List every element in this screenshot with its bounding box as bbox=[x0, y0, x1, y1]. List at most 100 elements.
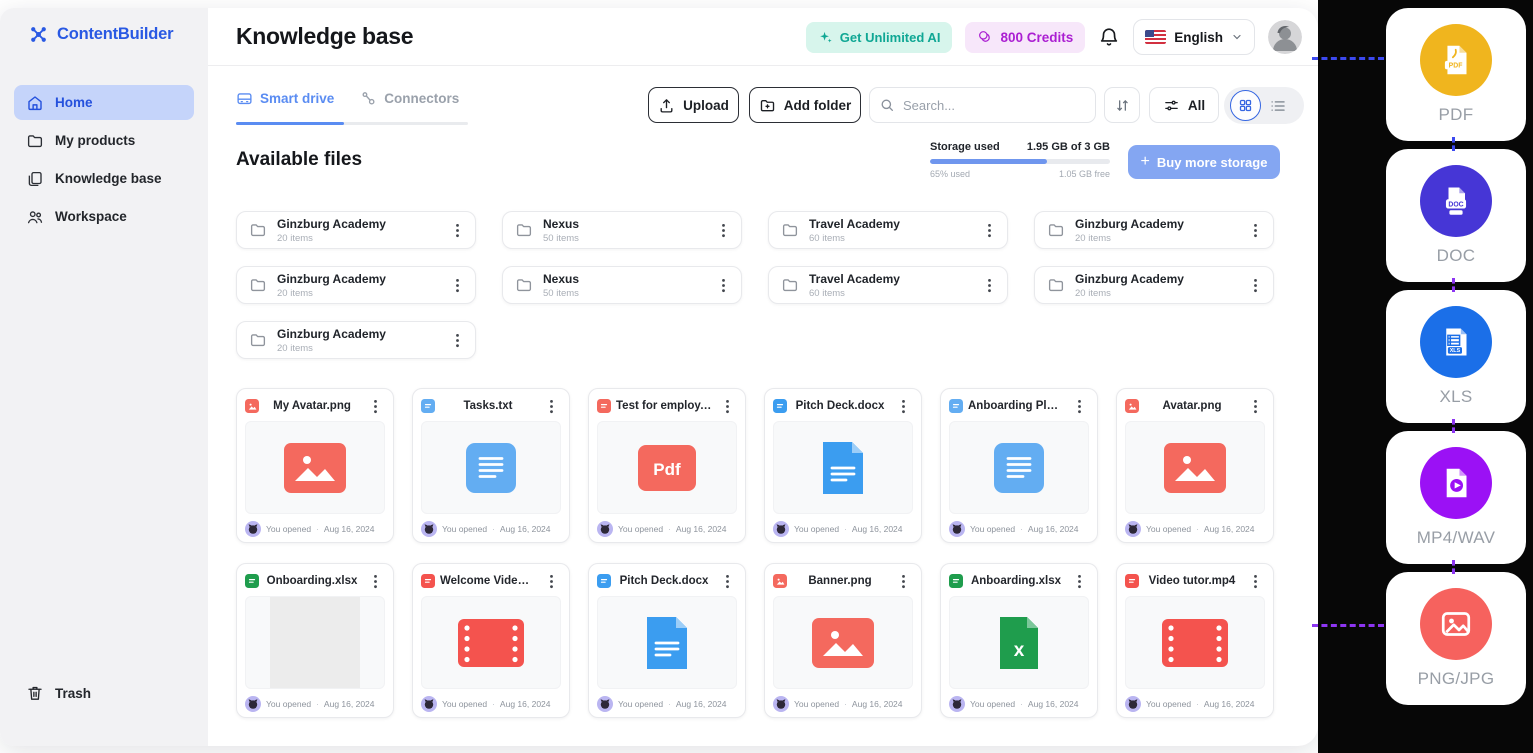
file-menu-button[interactable] bbox=[1069, 569, 1089, 593]
file-menu-button[interactable] bbox=[893, 394, 913, 418]
sidebar-item-knowledge-base[interactable]: Knowledge base bbox=[14, 161, 194, 196]
storage-progress-bar bbox=[930, 159, 1110, 164]
folder-card[interactable]: Nexus 50 items bbox=[502, 266, 742, 304]
filetype-card-xls[interactable]: XLS XLS bbox=[1386, 290, 1526, 423]
opened-label: You opened bbox=[1146, 524, 1192, 534]
file-menu-button[interactable] bbox=[1069, 394, 1089, 418]
image-preview-icon bbox=[1164, 442, 1226, 493]
upload-button[interactable]: Upload bbox=[648, 87, 739, 123]
storage-label: Storage used bbox=[930, 141, 1000, 153]
sidebar-item-trash[interactable]: Trash bbox=[26, 684, 91, 702]
file-card[interactable]: Test for employ....pdf Pdf You opened · Aug … bbox=[588, 388, 746, 543]
search-input[interactable] bbox=[869, 87, 1096, 123]
txt-file-icon bbox=[949, 399, 963, 413]
buy-more-storage-button[interactable]: + Buy more storage bbox=[1128, 145, 1280, 179]
filetype-card-doc[interactable]: DOC DOC bbox=[1386, 149, 1526, 282]
file-card[interactable]: My Avatar.png You opened · Aug 16, 2024 bbox=[236, 388, 394, 543]
file-name: My Avatar.png bbox=[273, 400, 351, 412]
file-menu-button[interactable] bbox=[541, 394, 561, 418]
user-avatar[interactable] bbox=[1268, 20, 1302, 54]
folder-menu-button[interactable] bbox=[1245, 273, 1265, 297]
tabs: Smart drive Connectors bbox=[236, 90, 459, 119]
file-card[interactable]: Avatar.png You opened · Aug 16, 2024 bbox=[1116, 388, 1274, 543]
opened-label: You opened bbox=[1146, 699, 1192, 709]
folder-menu-button[interactable] bbox=[447, 328, 467, 352]
file-card[interactable]: Tasks.txt You opened · Aug 16, 2024 bbox=[412, 388, 570, 543]
tab-smart-drive[interactable]: Smart drive bbox=[236, 90, 334, 119]
file-name: Pitch Deck.docx bbox=[795, 400, 885, 412]
opened-by-avatar bbox=[1125, 521, 1141, 537]
file-menu-button[interactable] bbox=[365, 394, 385, 418]
folder-card[interactable]: Travel Academy 60 items bbox=[768, 211, 1008, 249]
file-card[interactable]: Anboarding Plan.txt You opened · Aug 16, 20… bbox=[940, 388, 1098, 543]
folder-card[interactable]: Ginzburg Academy 20 items bbox=[236, 211, 476, 249]
folder-item-count: 20 items bbox=[1075, 232, 1111, 244]
file-menu-button[interactable] bbox=[893, 569, 913, 593]
file-menu-button[interactable] bbox=[365, 569, 385, 593]
folder-card[interactable]: Ginzburg Academy 20 items bbox=[1034, 266, 1274, 304]
tab-connectors[interactable]: Connectors bbox=[360, 90, 459, 119]
file-menu-button[interactable] bbox=[541, 569, 561, 593]
folder-icon bbox=[249, 331, 267, 349]
storage-percent-used: 65% used bbox=[930, 169, 971, 179]
filter-all-button[interactable]: All bbox=[1149, 87, 1219, 123]
folder-card[interactable]: Ginzburg Academy 20 items bbox=[236, 266, 476, 304]
folder-name: Ginzburg Academy bbox=[1075, 271, 1184, 286]
file-card[interactable]: Pitch Deck.docx You opened · Aug 16, 2024 bbox=[588, 563, 746, 718]
file-name: Test for employ....pdf bbox=[616, 400, 712, 412]
folder-menu-button[interactable] bbox=[979, 218, 999, 242]
trash-icon bbox=[26, 684, 44, 702]
file-card[interactable]: Video tutor.mp4 You opened · Aug 16, 2024 bbox=[1116, 563, 1274, 718]
folder-card[interactable]: Ginzburg Academy 20 items bbox=[236, 321, 476, 359]
sort-button[interactable] bbox=[1104, 87, 1140, 123]
file-card[interactable]: Pitch Deck.docx You opened · Aug 16, 2024 bbox=[764, 388, 922, 543]
folder-menu-button[interactable] bbox=[713, 273, 733, 297]
file-name: Pitch Deck.docx bbox=[619, 575, 709, 587]
file-menu-button[interactable] bbox=[717, 394, 737, 418]
video-file-icon bbox=[421, 574, 435, 588]
language-selector[interactable]: English bbox=[1133, 19, 1255, 55]
file-menu-button[interactable] bbox=[1245, 569, 1265, 593]
files-grid: My Avatar.png You opened · Aug 16, 2024 Task… bbox=[236, 388, 1274, 718]
file-menu-button[interactable] bbox=[1245, 394, 1265, 418]
file-card[interactable]: Banner.png You opened · Aug 16, 2024 bbox=[764, 563, 922, 718]
folder-menu-button[interactable] bbox=[979, 273, 999, 297]
folder-menu-button[interactable] bbox=[447, 218, 467, 242]
folder-item-count: 20 items bbox=[277, 342, 313, 354]
add-folder-button[interactable]: Add folder bbox=[749, 87, 861, 123]
file-card[interactable]: Anboarding.xlsx x You opened · Aug 16, 2024 bbox=[940, 563, 1098, 718]
toolbar: Smart drive Connectors Upload Add folder… bbox=[208, 84, 1318, 130]
app-logo[interactable]: ContentBuilder bbox=[28, 24, 174, 45]
separator: · bbox=[316, 524, 319, 534]
sidebar: ContentBuilder Home My products Knowledge … bbox=[0, 8, 208, 746]
sidebar-item-workspace[interactable]: Workspace bbox=[14, 199, 194, 234]
list-view-button[interactable] bbox=[1269, 97, 1287, 115]
folder-menu-button[interactable] bbox=[447, 273, 467, 297]
opened-label: You opened bbox=[266, 524, 312, 534]
plus-icon: + bbox=[1140, 153, 1150, 170]
credits-badge[interactable]: 800 Credits bbox=[965, 21, 1086, 53]
get-unlimited-ai-button[interactable]: Get Unlimited AI bbox=[805, 21, 953, 53]
connector-dash-vertical bbox=[1452, 560, 1455, 574]
filetype-card-mp4-wav[interactable]: MP4/WAV bbox=[1386, 431, 1526, 564]
notifications-bell-icon[interactable] bbox=[1098, 26, 1120, 48]
folder-item-count: 20 items bbox=[277, 287, 313, 299]
file-card[interactable]: Onboarding.xlsx You opened · Aug 16, 2024 bbox=[236, 563, 394, 718]
filetype-card-pdf[interactable]: PDF PDF bbox=[1386, 8, 1526, 141]
sidebar-item-my-products[interactable]: My products bbox=[14, 123, 194, 158]
storage-usage: 1.95 GB of 3 GB bbox=[1026, 141, 1110, 153]
file-card[interactable]: Welcome Video. mp4 You opened · Aug 16, 202… bbox=[412, 563, 570, 718]
folder-menu-button[interactable] bbox=[713, 218, 733, 242]
sidebar-item-home[interactable]: Home bbox=[14, 85, 194, 120]
opened-date: Aug 16, 2024 bbox=[675, 699, 727, 709]
folder-card[interactable]: Travel Academy 60 items bbox=[768, 266, 1008, 304]
folder-item-count: 60 items bbox=[809, 232, 845, 244]
grid-view-button[interactable] bbox=[1230, 90, 1261, 121]
folder-card[interactable]: Nexus 50 items bbox=[502, 211, 742, 249]
file-menu-button[interactable] bbox=[717, 569, 737, 593]
folder-menu-button[interactable] bbox=[1245, 218, 1265, 242]
folder-card[interactable]: Ginzburg Academy 20 items bbox=[1034, 211, 1274, 249]
filetype-card-png-jpg[interactable]: PNG/JPG bbox=[1386, 572, 1526, 705]
credits-label: 800 Credits bbox=[1000, 29, 1074, 45]
xlsx-preview-icon: x bbox=[1000, 616, 1038, 669]
